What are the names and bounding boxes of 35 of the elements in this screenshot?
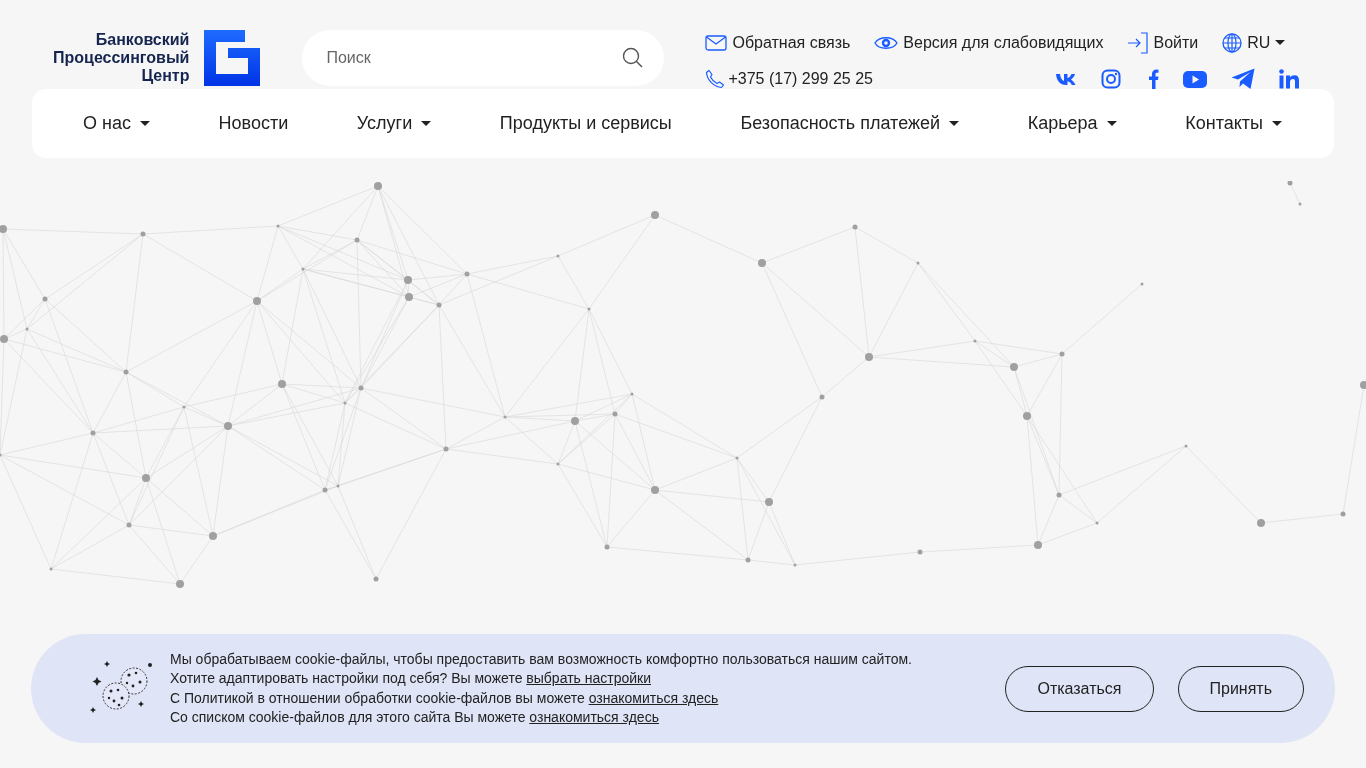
- cookie-text: Со списком cookie-файлов для этого сайта Вы можете ознакомиться здесь: [170, 708, 660, 727]
- header-link[interactable]: Обратная связь: [732, 34, 851, 52]
- logo-text: Центр: [141, 67, 190, 85]
- cookie-link[interactable]: ознакомиться здесь: [529, 709, 659, 725]
- nav-link[interactable]: Продукты и сервисы: [499, 113, 672, 134]
- logo-text: Банковский: [95, 31, 190, 49]
- logo-text: Процессинговый: [53, 49, 190, 67]
- search-icon[interactable]: [622, 47, 645, 69]
- sign-in-icon: [1127, 32, 1149, 54]
- instagram-icon[interactable]: [1101, 69, 1122, 89]
- phone-link[interactable]: +375 (17) 299 25 25: [705, 69, 873, 89]
- nav-link[interactable]: Карьера: [1027, 113, 1117, 134]
- nav-link[interactable]: Безопасность платежей: [740, 113, 960, 134]
- caret-icon: [1275, 40, 1286, 46]
- youtube-icon[interactable]: [1183, 69, 1208, 89]
- cookie-text: Хотите адаптировать настройки под себя? Вы можете выбрать настройки: [170, 669, 652, 688]
- cookie-text: Мы обрабатываем cookie-файлы, чтобы предоставить вам возможность комфортно пользоваться нашим сайтом.: [170, 649, 913, 669]
- cookie-text: С Политикой в отношении обработки cookie-файлов вы можете ознакомиться здесь: [170, 688, 720, 708]
- language-selector[interactable]: RU: [1247, 34, 1271, 52]
- nav-link[interactable]: Услуги: [356, 113, 432, 134]
- linkedin-icon[interactable]: [1279, 69, 1300, 89]
- header-link[interactable]: Версия для слабовидящих: [903, 34, 1104, 52]
- logo-link[interactable]: Банковский Процессинговый Центр: [53, 30, 261, 86]
- nav-link[interactable]: Новости: [218, 113, 289, 134]
- nav-link[interactable]: Контакты: [1185, 113, 1282, 134]
- logo-icon: [204, 30, 261, 86]
- telegram-icon[interactable]: [1231, 68, 1256, 90]
- nav-link[interactable]: О нас: [83, 113, 150, 134]
- envelope-icon: [705, 33, 728, 53]
- cookie-link[interactable]: ознакомиться здесь: [588, 689, 719, 706]
- cookie-link[interactable]: выбрать настройки: [526, 670, 651, 686]
- login-link[interactable]: Войти: [1153, 34, 1199, 52]
- search-field[interactable]: Поиск: [302, 30, 665, 86]
- phone-icon: [705, 69, 726, 89]
- globe-icon: [1222, 33, 1243, 53]
